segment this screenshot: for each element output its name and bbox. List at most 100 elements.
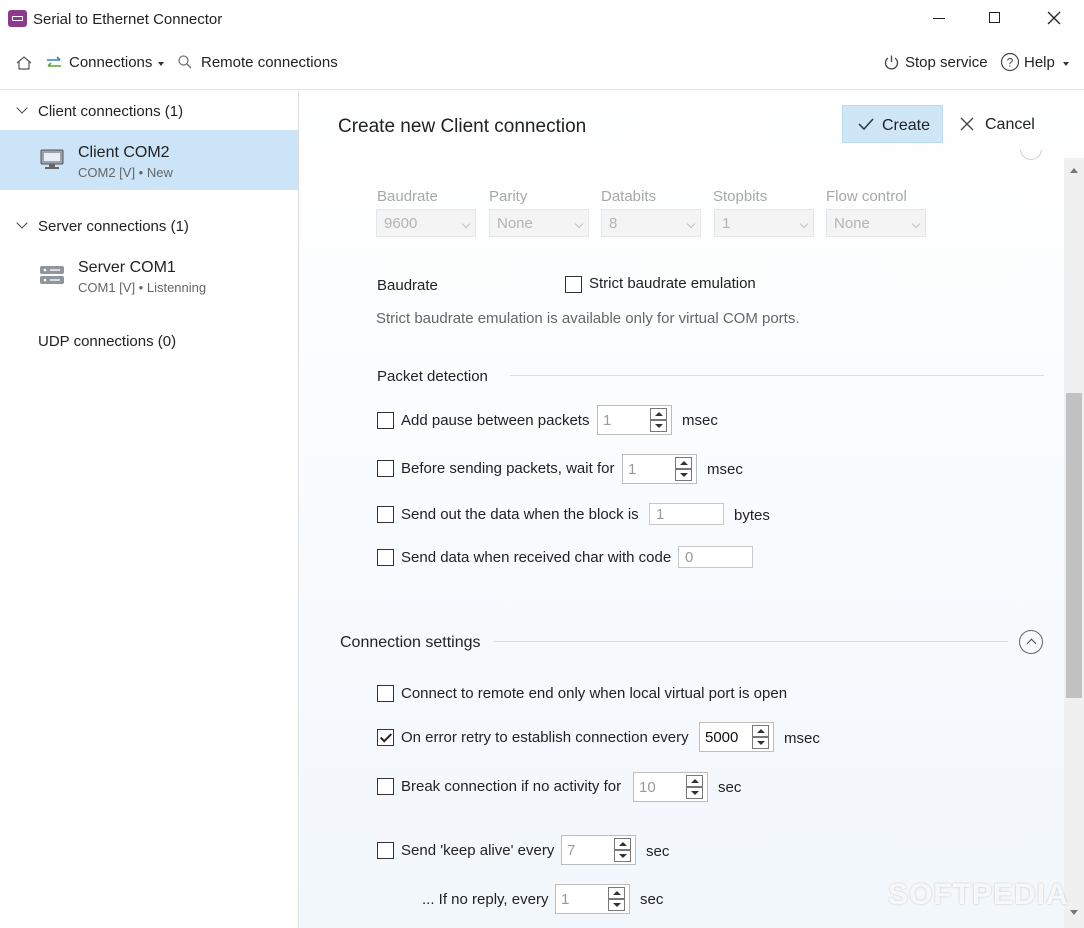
flow-control-select[interactable]: None	[826, 209, 926, 237]
strict-baudrate-checkbox[interactable]	[565, 276, 582, 293]
keep-alive-checkbox[interactable]	[377, 842, 394, 859]
increment-icon[interactable]	[614, 838, 631, 850]
sidebar-item-server-com1[interactable]: Server COM1 COM1 [V] • Listenning	[0, 247, 298, 307]
close-icon[interactable]	[1044, 8, 1064, 28]
remote-connections-menu[interactable]: Remote connections	[177, 52, 342, 74]
decrement-icon[interactable]	[608, 899, 625, 911]
baudrate-label: Baudrate	[377, 277, 438, 294]
check-icon	[858, 118, 874, 131]
wait-stepper[interactable]: 1	[622, 454, 697, 484]
baudrate-select-value: 9600	[384, 215, 418, 232]
stop-service-label: Stop service	[905, 54, 988, 71]
chevron-up-icon	[1026, 638, 1037, 649]
no-reply-stepper[interactable]: 1	[555, 884, 630, 914]
break-connection-checkbox[interactable]	[377, 778, 394, 795]
udp-connections-label: UDP connections (0)	[38, 333, 177, 350]
decrement-icon[interactable]	[752, 737, 769, 749]
retry-stepper[interactable]: 5000	[699, 722, 774, 752]
chevron-down-icon	[799, 219, 809, 229]
section-divider	[494, 641, 1008, 642]
break-connection-label: Break connection if no activity for	[401, 778, 622, 795]
vertical-scrollbar[interactable]	[1064, 158, 1084, 928]
scrollbar-thumb[interactable]	[1066, 393, 1082, 698]
scroll-up-icon[interactable]	[1070, 168, 1078, 173]
no-reply-stepper-value: 1	[561, 891, 570, 908]
udp-connections-group[interactable]: UDP connections (0)	[0, 330, 298, 354]
sidebar-item-client-com2[interactable]: Client COM2 COM2 [V] • New	[0, 130, 298, 190]
connections-label: Connections	[69, 54, 153, 71]
char-code-input[interactable]: 0	[678, 546, 753, 568]
wait-before-sending-checkbox[interactable]	[377, 460, 394, 477]
pause-stepper[interactable]: 1	[597, 405, 672, 435]
pause-between-packets-label: Add pause between packets	[401, 412, 590, 429]
databits-col-label: Databits	[601, 188, 657, 205]
main-panel: Create new Client connection Create Canc…	[300, 90, 1084, 928]
increment-icon[interactable]	[650, 408, 667, 420]
parity-select[interactable]: None	[489, 209, 589, 237]
app-icon	[8, 10, 27, 27]
decrement-icon[interactable]	[675, 469, 692, 481]
cancel-button[interactable]: Cancel	[955, 105, 1040, 143]
connection-settings-title: Connection settings	[340, 634, 481, 651]
retry-unit: msec	[784, 730, 820, 747]
connect-when-open-checkbox[interactable]	[377, 685, 394, 702]
chevron-down-icon	[461, 219, 471, 229]
increment-icon[interactable]	[686, 775, 703, 787]
baudrate-select[interactable]: 9600	[376, 209, 476, 237]
collapse-section-button[interactable]	[1019, 630, 1043, 654]
pause-between-packets-checkbox[interactable]	[377, 412, 394, 429]
databits-select-value: 8	[609, 215, 618, 232]
char-code-checkbox[interactable]	[377, 549, 394, 566]
flow-control-col-label: Flow control	[826, 188, 907, 205]
strict-baudrate-note: Strict baudrate emulation is available o…	[376, 310, 800, 327]
decrement-icon[interactable]	[614, 850, 631, 862]
increment-icon[interactable]	[608, 887, 625, 899]
svg-text:?: ?	[1007, 56, 1014, 70]
cancel-label: Cancel	[985, 116, 1035, 133]
flow-control-select-value: None	[834, 215, 870, 232]
client-connections-group[interactable]: Client connections (1)	[0, 100, 298, 124]
no-reply-label: ... If no reply, every	[422, 891, 549, 908]
retry-connection-checkbox[interactable]	[377, 729, 394, 746]
server-connections-group[interactable]: Server connections (1)	[0, 215, 298, 239]
chevron-down-icon	[16, 217, 28, 229]
title-bar: Serial to Ethernet Connector	[0, 0, 1084, 38]
connect-when-open-label: Connect to remote end only when local vi…	[401, 685, 788, 702]
server-icon	[40, 266, 64, 284]
char-code-value: 0	[685, 549, 694, 566]
wait-unit: msec	[707, 461, 743, 478]
parity-col-label: Parity	[489, 188, 528, 205]
home-icon[interactable]	[15, 54, 33, 72]
block-size-checkbox[interactable]	[377, 506, 394, 523]
retry-stepper-value: 5000	[705, 729, 739, 746]
minimize-icon[interactable]	[930, 8, 950, 28]
break-stepper[interactable]: 10	[633, 772, 708, 802]
databits-select[interactable]: 8	[601, 209, 701, 237]
chevron-down-icon	[911, 219, 921, 229]
stopbits-select[interactable]: 1	[714, 209, 814, 237]
client-item-subtitle: COM2 [V] • New	[78, 165, 173, 180]
help-menu[interactable]: ? Help	[1000, 51, 1074, 75]
keep-alive-stepper[interactable]: 7	[561, 835, 636, 865]
decrement-icon[interactable]	[686, 787, 703, 799]
connections-menu[interactable]: Connections	[44, 52, 168, 74]
char-code-label: Send data when received char with code	[401, 549, 672, 566]
create-button[interactable]: Create	[842, 105, 943, 143]
increment-icon[interactable]	[675, 457, 692, 469]
pause-unit: msec	[682, 412, 718, 429]
section-divider	[510, 375, 1044, 376]
keep-alive-unit: sec	[646, 843, 670, 860]
decrement-icon[interactable]	[650, 420, 667, 432]
chevron-down-icon	[574, 219, 584, 229]
server-item-title: Server COM1	[78, 259, 176, 276]
maximize-icon[interactable]	[985, 8, 1005, 28]
server-item-subtitle: COM1 [V] • Listenning	[78, 280, 207, 295]
retry-connection-label: On error retry to establish connection e…	[401, 729, 689, 746]
stop-service-button[interactable]: Stop service	[883, 52, 988, 74]
keep-alive-label: Send 'keep alive' every	[401, 842, 555, 859]
monitor-icon	[40, 149, 64, 169]
block-size-input[interactable]: 1	[649, 503, 724, 525]
increment-icon[interactable]	[752, 725, 769, 737]
scroll-down-icon[interactable]	[1070, 910, 1078, 915]
search-icon	[178, 55, 192, 69]
